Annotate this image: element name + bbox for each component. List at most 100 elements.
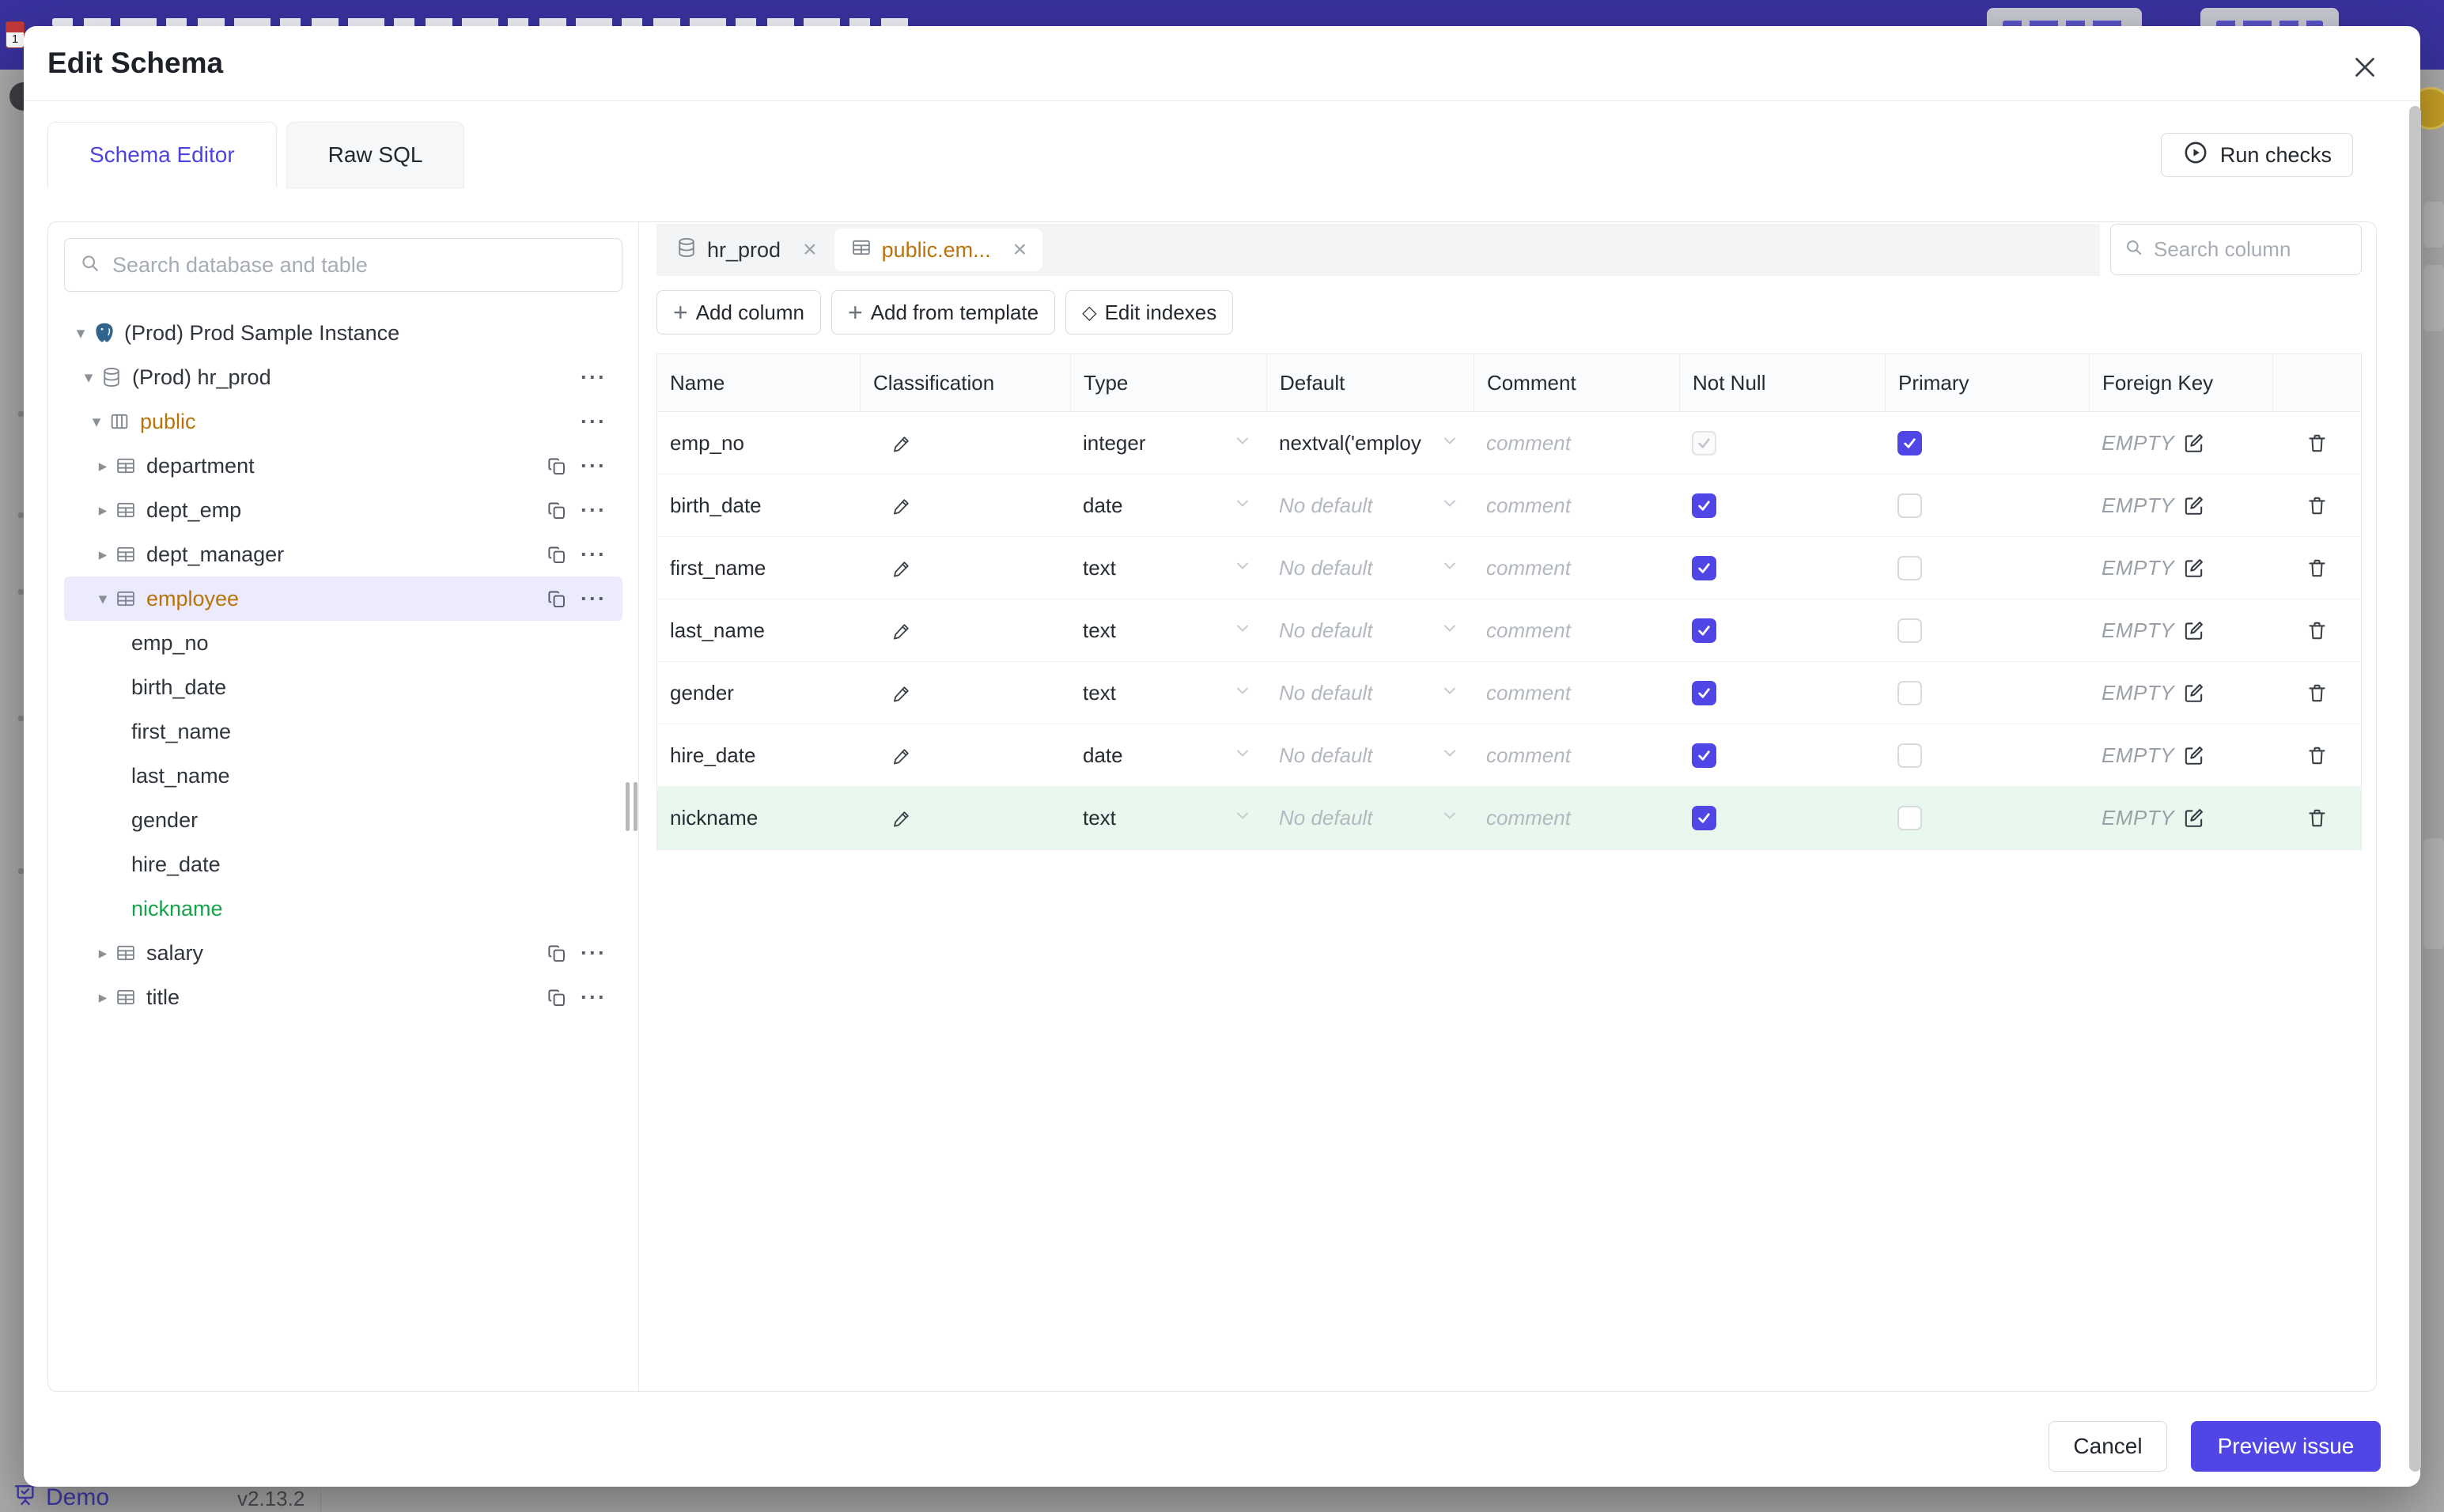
close-tab-icon[interactable]: ×	[1013, 236, 1027, 263]
edit-classification-icon[interactable]	[891, 433, 913, 454]
column-name-cell[interactable]: emp_no	[657, 412, 860, 474]
edit-foreign-key-icon[interactable]	[2182, 807, 2205, 830]
duplicate-table-icon[interactable]	[547, 500, 568, 521]
not-null-checkbox[interactable]	[1692, 493, 1716, 518]
type-select[interactable]: text	[1070, 787, 1266, 849]
delete-column-icon[interactable]	[2306, 682, 2329, 705]
default-select[interactable]: nextval('employ	[1266, 412, 1474, 474]
primary-checkbox[interactable]	[1897, 680, 1922, 705]
duplicate-table-icon[interactable]	[547, 544, 568, 565]
not-null-checkbox[interactable]	[1692, 743, 1716, 768]
tree-item-first_name[interactable]: first_name	[64, 709, 622, 754]
chevron-down-icon[interactable]: ▾	[69, 323, 93, 343]
tree-item--prod-prod-sample-instance[interactable]: ▾ (Prod) Prod Sample Instance	[64, 311, 622, 355]
edit-foreign-key-icon[interactable]	[2182, 432, 2205, 455]
not-null-checkbox[interactable]	[1692, 555, 1716, 580]
tree-item-nickname[interactable]: nickname	[64, 886, 622, 931]
edit-indexes-button[interactable]: ◇ Edit indexes	[1065, 290, 1234, 335]
comment-field[interactable]: comment	[1474, 599, 1679, 661]
primary-checkbox[interactable]	[1897, 618, 1922, 643]
default-select[interactable]: No default	[1266, 537, 1474, 599]
primary-checkbox[interactable]	[1897, 493, 1922, 518]
primary-checkbox[interactable]	[1897, 430, 1922, 455]
close-icon[interactable]	[2348, 50, 2382, 85]
column-name-cell[interactable]: nickname	[657, 787, 860, 849]
primary-checkbox[interactable]	[1897, 555, 1922, 580]
delete-column-icon[interactable]	[2306, 744, 2329, 767]
tree-item-hire_date[interactable]: hire_date	[64, 842, 622, 886]
chevron-down-icon[interactable]: ▾	[91, 589, 115, 609]
tree-search-input[interactable]	[112, 252, 607, 278]
chevron-down-icon[interactable]: ▾	[85, 412, 108, 432]
edit-foreign-key-icon[interactable]	[2182, 619, 2205, 642]
type-select[interactable]: integer	[1070, 412, 1266, 474]
duplicate-table-icon[interactable]	[547, 588, 568, 610]
duplicate-table-icon[interactable]	[547, 943, 568, 964]
cancel-button[interactable]: Cancel	[2049, 1421, 2167, 1472]
tree-item-public[interactable]: ▾ public ···	[64, 399, 622, 444]
default-select[interactable]: No default	[1266, 599, 1474, 661]
preview-issue-button[interactable]: Preview issue	[2191, 1421, 2381, 1472]
tree-item-department[interactable]: ▸ department ···	[64, 444, 622, 488]
chevron-right-icon[interactable]: ▸	[91, 988, 115, 1007]
tree-item-gender[interactable]: gender	[64, 798, 622, 842]
tree-item--prod-hr_prod[interactable]: ▾ (Prod) hr_prod ···	[64, 355, 622, 399]
edit-classification-icon[interactable]	[891, 745, 913, 766]
tree-item-emp_no[interactable]: emp_no	[64, 621, 622, 665]
comment-field[interactable]: comment	[1474, 474, 1679, 536]
edit-foreign-key-icon[interactable]	[2182, 682, 2205, 705]
add-column-button[interactable]: + Add column	[656, 290, 821, 335]
delete-column-icon[interactable]	[2306, 557, 2329, 580]
chevron-right-icon[interactable]: ▸	[91, 545, 115, 565]
delete-column-icon[interactable]	[2306, 432, 2329, 455]
tree-item-salary[interactable]: ▸ salary ···	[64, 931, 622, 975]
modal-scrollbar[interactable]	[2409, 106, 2421, 1472]
chevron-right-icon[interactable]: ▸	[91, 456, 115, 476]
primary-checkbox[interactable]	[1897, 806, 1922, 830]
chevron-down-icon[interactable]: ▾	[77, 368, 100, 387]
type-select[interactable]: date	[1070, 474, 1266, 536]
type-select[interactable]: date	[1070, 724, 1266, 786]
type-select[interactable]: text	[1070, 537, 1266, 599]
edit-classification-icon[interactable]	[891, 682, 913, 704]
chevron-right-icon[interactable]: ▸	[91, 943, 115, 963]
tree-item-dept_manager[interactable]: ▸ dept_manager ···	[64, 532, 622, 576]
default-select[interactable]: No default	[1266, 662, 1474, 724]
not-null-checkbox[interactable]	[1692, 806, 1716, 830]
comment-field[interactable]: comment	[1474, 724, 1679, 786]
chevron-right-icon[interactable]: ▸	[91, 501, 115, 520]
column-name-cell[interactable]: first_name	[657, 537, 860, 599]
edit-classification-icon[interactable]	[891, 558, 913, 579]
default-select[interactable]: No default	[1266, 474, 1474, 536]
default-select[interactable]: No default	[1266, 724, 1474, 786]
edit-classification-icon[interactable]	[891, 620, 913, 641]
comment-field[interactable]: comment	[1474, 412, 1679, 474]
tab-raw-sql[interactable]: Raw SQL	[286, 122, 465, 188]
tab-chip-hr-prod[interactable]: hr_prod ×	[660, 224, 833, 276]
column-name-cell[interactable]: birth_date	[657, 474, 860, 536]
comment-field[interactable]: comment	[1474, 662, 1679, 724]
delete-column-icon[interactable]	[2306, 619, 2329, 642]
close-tab-icon[interactable]: ×	[803, 236, 817, 263]
tab-schema-editor[interactable]: Schema Editor	[47, 122, 277, 188]
add-from-template-button[interactable]: + Add from template	[831, 290, 1056, 335]
edit-foreign-key-icon[interactable]	[2182, 494, 2205, 517]
not-null-checkbox[interactable]	[1692, 618, 1716, 643]
type-select[interactable]: text	[1070, 662, 1266, 724]
duplicate-table-icon[interactable]	[547, 987, 568, 1008]
column-search-input[interactable]	[2154, 237, 2376, 262]
column-name-cell[interactable]: gender	[657, 662, 860, 724]
not-null-checkbox[interactable]	[1692, 680, 1716, 705]
tab-chip-public-employee[interactable]: public.em... ×	[834, 229, 1043, 271]
tree-item-dept_emp[interactable]: ▸ dept_emp ···	[64, 488, 622, 532]
tree-item-title[interactable]: ▸ title ···	[64, 975, 622, 1019]
default-select[interactable]: No default	[1266, 787, 1474, 849]
edit-classification-icon[interactable]	[891, 807, 913, 829]
divider-drag-handle[interactable]	[626, 782, 637, 831]
primary-checkbox[interactable]	[1897, 743, 1922, 768]
edit-foreign-key-icon[interactable]	[2182, 744, 2205, 767]
edit-classification-icon[interactable]	[891, 495, 913, 516]
tree-item-birth_date[interactable]: birth_date	[64, 665, 622, 709]
run-checks-button[interactable]: Run checks	[2160, 133, 2353, 177]
column-name-cell[interactable]: last_name	[657, 599, 860, 661]
